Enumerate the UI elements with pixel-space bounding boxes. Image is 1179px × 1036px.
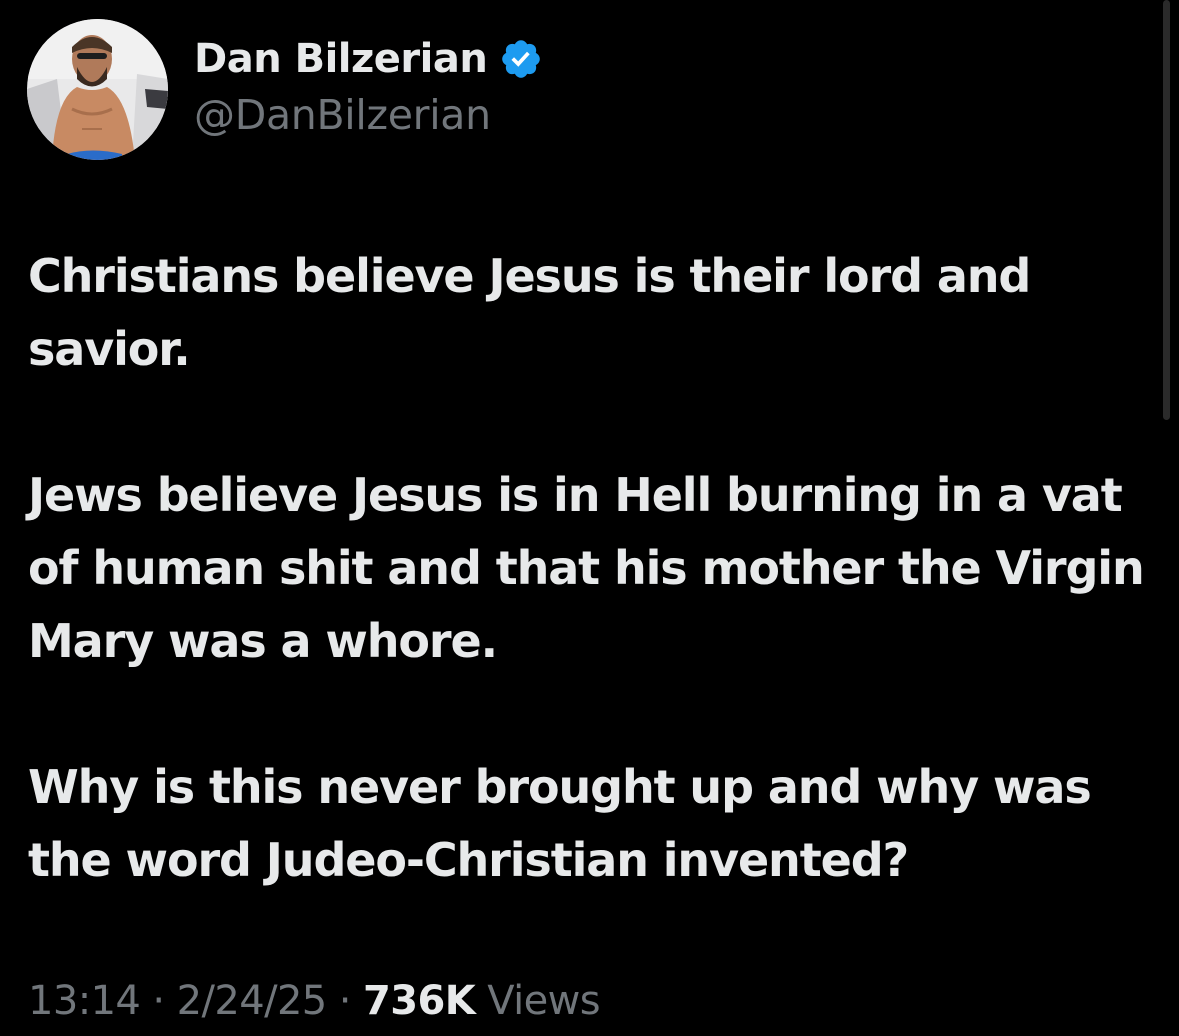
tweet-paragraph: Jews believe Jesus is in Hell burning in… xyxy=(28,468,1145,668)
tweet-date[interactable]: 2/24/25 xyxy=(177,978,328,1024)
tweet-header: Dan Bilzerian @DanBilzerian xyxy=(27,19,543,160)
author-info: Dan Bilzerian @DanBilzerian xyxy=(194,35,543,141)
tweet-time[interactable]: 13:14 xyxy=(28,978,141,1024)
tweet-paragraph: Why is this never brought up and why was… xyxy=(28,760,1092,887)
tweet-paragraph: Christians believe Jesus is their lord a… xyxy=(28,249,1031,376)
tweet-meta: 13:14 · 2/24/25 · 736K Views xyxy=(28,975,601,1027)
name-row: Dan Bilzerian xyxy=(194,35,543,83)
tweet-text: Christians believe Jesus is their lord a… xyxy=(28,240,1168,897)
verified-badge-icon[interactable] xyxy=(499,37,543,81)
meta-separator: · xyxy=(152,978,165,1024)
views-count[interactable]: 736K xyxy=(363,978,476,1024)
handle[interactable]: @DanBilzerian xyxy=(194,89,543,141)
avatar-image xyxy=(27,19,168,160)
meta-separator: · xyxy=(338,978,352,1024)
avatar[interactable] xyxy=(27,19,168,160)
display-name[interactable]: Dan Bilzerian xyxy=(194,35,488,83)
views-label[interactable]: Views xyxy=(487,978,600,1024)
